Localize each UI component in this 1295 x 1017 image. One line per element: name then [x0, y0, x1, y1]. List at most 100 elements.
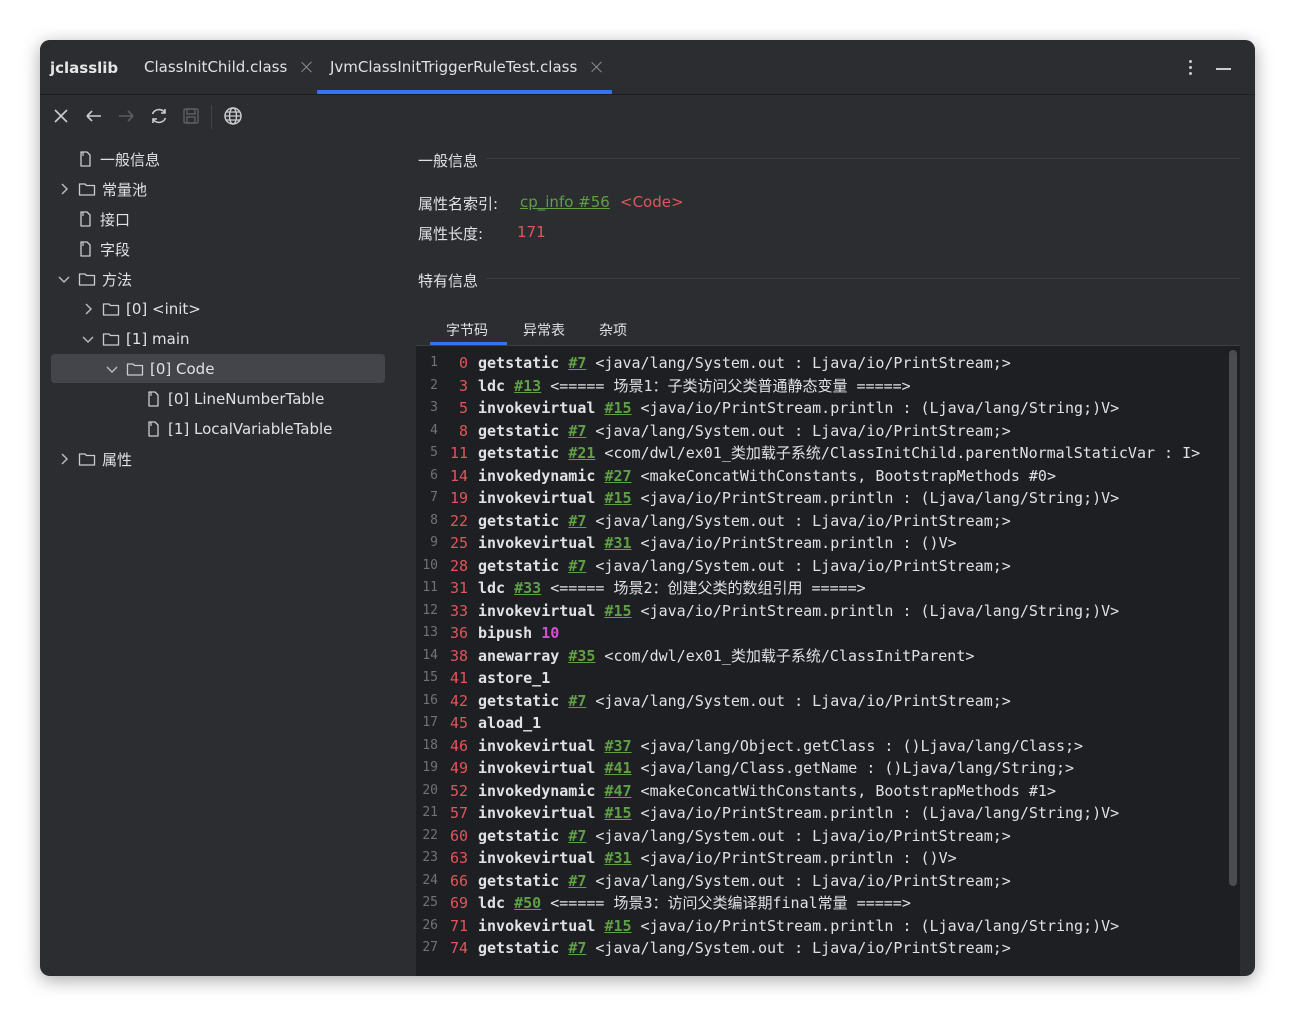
tab-bytecode[interactable]: 字节码	[446, 320, 488, 340]
line-number: 20	[422, 782, 438, 798]
bytecode-offset: 22	[449, 511, 468, 530]
bytecode-offset: 14	[449, 466, 468, 485]
tree-item[interactable]: 接口	[76, 204, 130, 234]
opcode: invokevirtual	[478, 534, 596, 552]
operand-comment: <java/io/PrintStream.println : ()V>	[631, 849, 957, 867]
constant-pool-link[interactable]: #47	[604, 782, 631, 800]
bytecode-row: 14 38 anewarray #35 <com/dwl/ex01_类加载子系统/C…	[416, 645, 1236, 667]
attr-name-index-link[interactable]: cp_info #56	[520, 193, 610, 211]
bytecode-offset: 5	[458, 399, 468, 417]
constant-pool-link[interactable]: #31	[604, 849, 631, 867]
constant-pool-link[interactable]: #7	[568, 827, 586, 845]
bytecode-row: 22 60 getstatic #7 <java/lang/System.out :…	[416, 825, 1236, 847]
constant-pool-link[interactable]: #15	[604, 804, 631, 822]
bytecode-row: 8 22 getstatic #7 <java/lang/System.out : …	[416, 510, 1236, 532]
constant-pool-link[interactable]: #7	[568, 557, 586, 575]
constant-pool-link[interactable]: #33	[514, 579, 541, 597]
opcode: aload_1	[478, 714, 542, 732]
refresh-icon[interactable]	[148, 105, 170, 127]
file-icon	[76, 240, 94, 258]
tree-item[interactable]: [1] LocalVariableTable	[144, 414, 332, 444]
tree-item[interactable]: [0] Code	[104, 354, 214, 384]
constant-pool-link[interactable]: #31	[604, 534, 631, 552]
tab-exception-table[interactable]: 异常表	[523, 320, 565, 340]
folder-icon	[78, 450, 96, 468]
forward-arrow-icon[interactable]	[115, 105, 137, 127]
bytecode-offset: 63	[449, 849, 468, 867]
tree-item[interactable]: [0] LineNumberTable	[144, 384, 324, 414]
constant-pool-link[interactable]: #37	[604, 737, 631, 755]
bytecode-row: 15 41 astore_1	[416, 667, 1236, 689]
chevron-down-icon[interactable]	[80, 331, 96, 347]
tab-close-icon[interactable]	[591, 61, 603, 73]
globe-icon[interactable]	[222, 105, 244, 127]
constant-pool-link[interactable]: #15	[604, 917, 631, 935]
close-icon[interactable]	[50, 105, 72, 127]
minimize-icon[interactable]	[1216, 68, 1231, 70]
bytecode-row: 27 74 getstatic #7 <java/lang/System.out :…	[416, 937, 1236, 959]
constant-pool-link[interactable]: #15	[604, 489, 631, 507]
tab-close-icon[interactable]	[301, 61, 313, 73]
tree-item[interactable]: 属性	[56, 444, 132, 474]
tab-classinitchild[interactable]: ClassInitChild.class	[144, 40, 313, 94]
tree-item-label: 字段	[100, 240, 131, 259]
bytecode-offset: 3	[458, 376, 468, 395]
instruction: ldc #33 <===== 场景2：创建父类的数组引用 =====>	[478, 577, 866, 599]
bytecode-offset: 11	[449, 444, 468, 462]
line-number: 9	[430, 535, 438, 550]
line-number: 12	[422, 602, 438, 618]
chevron-down-icon[interactable]	[56, 271, 72, 287]
operand-comment: <com/dwl/ex01_类加载子系统/ClassInitParent>	[595, 646, 975, 665]
tree-item[interactable]: 方法	[56, 264, 132, 294]
tree-item[interactable]: [0] <init>	[80, 294, 201, 324]
constant-pool-link[interactable]: #7	[568, 872, 586, 890]
constant-pool-link[interactable]: #13	[514, 377, 541, 395]
instruction: invokevirtual #15 <java/io/PrintStream.p…	[478, 487, 1119, 509]
save-icon[interactable]	[180, 105, 202, 127]
tab-misc[interactable]: 杂项	[599, 320, 627, 340]
tree-item-label: 属性	[102, 450, 133, 469]
app-window: jclasslib ClassInitChild.class JvmClassI…	[40, 40, 1255, 976]
chevron-right-icon[interactable]	[56, 451, 72, 467]
chevron-right-icon[interactable]	[56, 181, 72, 197]
opcode: getstatic	[478, 556, 560, 575]
constant-pool-link[interactable]: #7	[568, 692, 586, 710]
constant-pool-link[interactable]: #27	[604, 467, 631, 485]
constant-pool-link[interactable]: #7	[568, 512, 586, 530]
opcode: getstatic	[478, 691, 560, 710]
constant-pool-link[interactable]: #7	[568, 354, 586, 372]
tab-jvmclassinittriggerruletest[interactable]: JvmClassInitTriggerRuleTest.class	[330, 40, 603, 94]
constant-pool-link[interactable]: #35	[568, 647, 595, 665]
tree-item[interactable]: 常量池	[56, 174, 147, 204]
operand-comment: <java/lang/System.out : Ljava/io/PrintSt…	[586, 354, 1011, 372]
constant-pool-link[interactable]: #41	[604, 759, 631, 777]
tree-item-label: [0] LineNumberTable	[168, 390, 325, 408]
opcode: getstatic	[478, 511, 560, 530]
chevron-right-icon[interactable]	[80, 301, 96, 317]
tree-item[interactable]: [1] main	[80, 324, 190, 354]
bytecode-offset: 41	[449, 669, 468, 687]
constant-pool-link[interactable]: #7	[568, 939, 586, 957]
constant-pool-link[interactable]: #50	[514, 894, 541, 912]
bytecode-listing[interactable]: 1 0 getstatic #7 <java/lang/System.out : L…	[416, 346, 1240, 976]
bytecode-row: 25 69 ldc #50 <===== 场景3：访问父类编译期final常量 ==…	[416, 892, 1236, 914]
line-number: 23	[422, 850, 438, 865]
vertical-scrollbar[interactable]	[1229, 350, 1237, 886]
constant-pool-link[interactable]: #15	[604, 602, 631, 620]
attr-length-label: 属性长度:	[418, 225, 484, 243]
chevron-down-icon[interactable]	[104, 361, 120, 377]
opcode: invokevirtual	[478, 399, 596, 417]
operand-comment: <java/lang/System.out : Ljava/io/PrintSt…	[586, 421, 1011, 440]
back-arrow-icon[interactable]	[83, 105, 105, 127]
constant-pool-link[interactable]: #7	[568, 422, 586, 440]
constant-pool-link[interactable]: #21	[568, 444, 595, 462]
constant-pool-link[interactable]: #15	[604, 399, 631, 417]
line-number: 10	[422, 557, 438, 573]
line-number: 26	[422, 917, 438, 933]
more-options-icon[interactable]	[1183, 58, 1197, 78]
tree-item[interactable]: 一般信息	[76, 144, 160, 174]
tree-item[interactable]: 字段	[76, 234, 130, 264]
operand-comment: <===== 场景1：子类访问父类普通静态变量 =====>	[541, 376, 911, 395]
attr-name-index-label: 属性名索引:	[418, 195, 499, 213]
instruction: getstatic #7 <java/lang/System.out : Lja…	[478, 870, 1011, 892]
